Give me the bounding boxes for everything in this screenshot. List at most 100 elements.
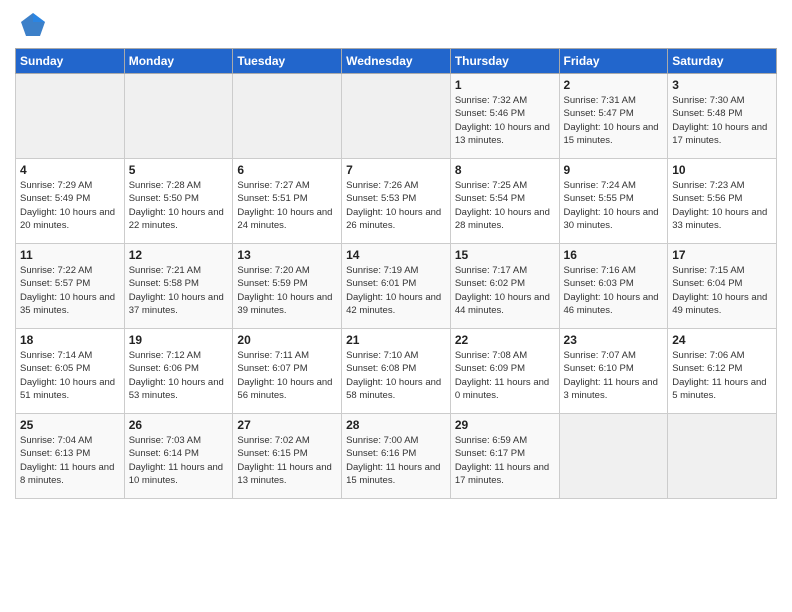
weekday-header-saturday: Saturday: [668, 49, 777, 74]
day-info: Sunrise: 7:17 AMSunset: 6:02 PMDaylight:…: [455, 264, 555, 317]
day-number: 25: [20, 418, 120, 432]
calendar-cell: 19 Sunrise: 7:12 AMSunset: 6:06 PMDayligh…: [124, 329, 233, 414]
calendar-cell: [559, 414, 668, 499]
day-info: Sunrise: 7:28 AMSunset: 5:50 PMDaylight:…: [129, 179, 229, 232]
calendar-cell: 26 Sunrise: 7:03 AMSunset: 6:14 PMDayligh…: [124, 414, 233, 499]
calendar-cell: 2 Sunrise: 7:31 AMSunset: 5:47 PMDaylight…: [559, 74, 668, 159]
calendar-cell: 9 Sunrise: 7:24 AMSunset: 5:55 PMDaylight…: [559, 159, 668, 244]
calendar-cell: 10Sunrise: 7:23 AMSunset: 5:56 PMDayligh…: [668, 159, 777, 244]
day-info: Sunrise: 7:10 AMSunset: 6:08 PMDaylight:…: [346, 349, 446, 402]
calendar-week-row: 25 Sunrise: 7:04 AMSunset: 6:13 PMDayligh…: [16, 414, 777, 499]
day-info: Sunrise: 7:19 AMSunset: 6:01 PMDaylight:…: [346, 264, 446, 317]
calendar-table: SundayMondayTuesdayWednesdayThursdayFrid…: [15, 48, 777, 499]
weekday-header-monday: Monday: [124, 49, 233, 74]
calendar-week-row: 11Sunrise: 7:22 AMSunset: 5:57 PMDayligh…: [16, 244, 777, 329]
day-number: 27: [237, 418, 337, 432]
calendar-cell: 24Sunrise: 7:06 AMSunset: 6:12 PMDayligh…: [668, 329, 777, 414]
day-info: Sunrise: 7:11 AMSunset: 6:07 PMDaylight:…: [237, 349, 337, 402]
day-number: 19: [129, 333, 229, 347]
calendar-cell: 6 Sunrise: 7:27 AMSunset: 5:51 PMDaylight…: [233, 159, 342, 244]
day-info: Sunrise: 7:26 AMSunset: 5:53 PMDaylight:…: [346, 179, 446, 232]
calendar-cell: 4 Sunrise: 7:29 AMSunset: 5:49 PMDaylight…: [16, 159, 125, 244]
calendar-cell: 11Sunrise: 7:22 AMSunset: 5:57 PMDayligh…: [16, 244, 125, 329]
weekday-header-sunday: Sunday: [16, 49, 125, 74]
day-info: Sunrise: 6:59 AMSunset: 6:17 PMDaylight:…: [455, 434, 555, 487]
calendar-cell: 29 Sunrise: 6:59 AMSunset: 6:17 PMDayligh…: [450, 414, 559, 499]
day-number: 23: [564, 333, 664, 347]
day-info: Sunrise: 7:00 AMSunset: 6:16 PMDaylight:…: [346, 434, 446, 487]
day-info: Sunrise: 7:06 AMSunset: 6:12 PMDaylight:…: [672, 349, 772, 402]
calendar-cell: [233, 74, 342, 159]
day-info: Sunrise: 7:23 AMSunset: 5:56 PMDaylight:…: [672, 179, 772, 232]
day-info: Sunrise: 7:30 AMSunset: 5:48 PMDaylight:…: [672, 94, 772, 147]
calendar-cell: 7 Sunrise: 7:26 AMSunset: 5:53 PMDaylight…: [342, 159, 451, 244]
day-info: Sunrise: 7:14 AMSunset: 6:05 PMDaylight:…: [20, 349, 120, 402]
day-number: 21: [346, 333, 446, 347]
day-info: Sunrise: 7:32 AMSunset: 5:46 PMDaylight:…: [455, 94, 555, 147]
day-info: Sunrise: 7:31 AMSunset: 5:47 PMDaylight:…: [564, 94, 664, 147]
day-info: Sunrise: 7:08 AMSunset: 6:09 PMDaylight:…: [455, 349, 555, 402]
day-number: 20: [237, 333, 337, 347]
calendar-cell: 1Sunrise: 7:32 AMSunset: 5:46 PMDaylight…: [450, 74, 559, 159]
calendar-cell: 17 Sunrise: 7:15 AMSunset: 6:04 PMDayligh…: [668, 244, 777, 329]
calendar-cell: 23 Sunrise: 7:07 AMSunset: 6:10 PMDayligh…: [559, 329, 668, 414]
calendar-cell: [16, 74, 125, 159]
calendar-cell: [124, 74, 233, 159]
weekday-header-wednesday: Wednesday: [342, 49, 451, 74]
calendar-cell: [668, 414, 777, 499]
day-number: 13: [237, 248, 337, 262]
day-info: Sunrise: 7:02 AMSunset: 6:15 PMDaylight:…: [237, 434, 337, 487]
day-number: 17: [672, 248, 772, 262]
calendar-cell: 28 Sunrise: 7:00 AMSunset: 6:16 PMDayligh…: [342, 414, 451, 499]
calendar-cell: 8 Sunrise: 7:25 AMSunset: 5:54 PMDaylight…: [450, 159, 559, 244]
calendar-cell: 13 Sunrise: 7:20 AMSunset: 5:59 PMDayligh…: [233, 244, 342, 329]
calendar-cell: 5 Sunrise: 7:28 AMSunset: 5:50 PMDaylight…: [124, 159, 233, 244]
day-number: 7: [346, 163, 446, 177]
calendar-cell: 14 Sunrise: 7:19 AMSunset: 6:01 PMDayligh…: [342, 244, 451, 329]
day-info: Sunrise: 7:21 AMSunset: 5:58 PMDaylight:…: [129, 264, 229, 317]
day-number: 2: [564, 78, 664, 92]
day-number: 29: [455, 418, 555, 432]
day-number: 12: [129, 248, 229, 262]
day-number: 9: [564, 163, 664, 177]
weekday-header-friday: Friday: [559, 49, 668, 74]
day-number: 26: [129, 418, 229, 432]
calendar-cell: 22 Sunrise: 7:08 AMSunset: 6:09 PMDayligh…: [450, 329, 559, 414]
day-number: 22: [455, 333, 555, 347]
day-number: 4: [20, 163, 120, 177]
day-info: Sunrise: 7:07 AMSunset: 6:10 PMDaylight:…: [564, 349, 664, 402]
day-info: Sunrise: 7:20 AMSunset: 5:59 PMDaylight:…: [237, 264, 337, 317]
calendar-cell: 27 Sunrise: 7:02 AMSunset: 6:15 PMDayligh…: [233, 414, 342, 499]
day-number: 8: [455, 163, 555, 177]
weekday-header-thursday: Thursday: [450, 49, 559, 74]
day-info: Sunrise: 7:29 AMSunset: 5:49 PMDaylight:…: [20, 179, 120, 232]
day-info: Sunrise: 7:03 AMSunset: 6:14 PMDaylight:…: [129, 434, 229, 487]
day-number: 16: [564, 248, 664, 262]
calendar-cell: 20 Sunrise: 7:11 AMSunset: 6:07 PMDayligh…: [233, 329, 342, 414]
day-number: 6: [237, 163, 337, 177]
day-number: 15: [455, 248, 555, 262]
day-number: 5: [129, 163, 229, 177]
calendar-week-row: 1Sunrise: 7:32 AMSunset: 5:46 PMDaylight…: [16, 74, 777, 159]
logo-icon: [18, 10, 48, 40]
calendar-cell: 21 Sunrise: 7:10 AMSunset: 6:08 PMDayligh…: [342, 329, 451, 414]
page-header: [15, 10, 777, 40]
weekday-header-tuesday: Tuesday: [233, 49, 342, 74]
day-number: 28: [346, 418, 446, 432]
day-number: 14: [346, 248, 446, 262]
day-number: 18: [20, 333, 120, 347]
day-info: Sunrise: 7:04 AMSunset: 6:13 PMDaylight:…: [20, 434, 120, 487]
calendar-week-row: 4 Sunrise: 7:29 AMSunset: 5:49 PMDaylight…: [16, 159, 777, 244]
day-info: Sunrise: 7:22 AMSunset: 5:57 PMDaylight:…: [20, 264, 120, 317]
calendar-cell: 18 Sunrise: 7:14 AMSunset: 6:05 PMDayligh…: [16, 329, 125, 414]
day-number: 3: [672, 78, 772, 92]
day-info: Sunrise: 7:15 AMSunset: 6:04 PMDaylight:…: [672, 264, 772, 317]
day-info: Sunrise: 7:27 AMSunset: 5:51 PMDaylight:…: [237, 179, 337, 232]
day-info: Sunrise: 7:25 AMSunset: 5:54 PMDaylight:…: [455, 179, 555, 232]
day-info: Sunrise: 7:12 AMSunset: 6:06 PMDaylight:…: [129, 349, 229, 402]
logo: [15, 10, 48, 40]
calendar-cell: [342, 74, 451, 159]
day-info: Sunrise: 7:24 AMSunset: 5:55 PMDaylight:…: [564, 179, 664, 232]
day-info: Sunrise: 7:16 AMSunset: 6:03 PMDaylight:…: [564, 264, 664, 317]
calendar-cell: 12 Sunrise: 7:21 AMSunset: 5:58 PMDayligh…: [124, 244, 233, 329]
